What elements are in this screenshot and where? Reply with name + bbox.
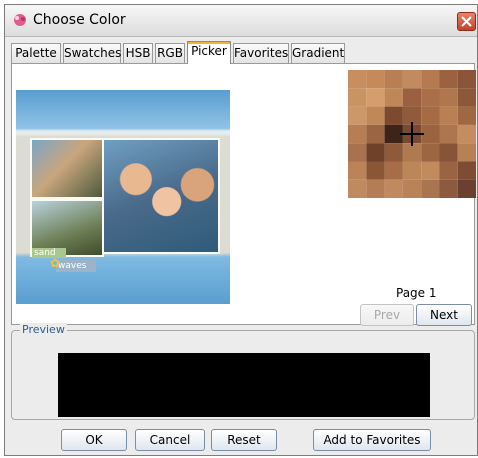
preview-legend: Preview: [20, 323, 67, 336]
tab-gradient[interactable]: Gradient: [291, 43, 345, 63]
picker-panel: sand waves ✿ Page 1 Prev Next: [11, 63, 476, 326]
caption-sand: sand: [32, 248, 66, 258]
add-to-favorites-button[interactable]: Add to Favorites: [313, 429, 431, 451]
page-indicator: Page 1: [396, 286, 437, 300]
magnifier-view: [348, 70, 476, 198]
photo-children: [30, 138, 104, 199]
next-button[interactable]: Next: [416, 304, 472, 326]
window-title: Choose Color: [33, 12, 126, 28]
tab-rgb[interactable]: RGB: [155, 43, 185, 63]
ok-button[interactable]: OK: [61, 429, 127, 451]
tab-hsb[interactable]: HSB: [123, 43, 153, 63]
choose-color-dialog: Choose Color Palette Swatches HSB RGB Pi…: [4, 4, 478, 456]
tab-picker[interactable]: Picker: [187, 41, 231, 64]
title-bar[interactable]: Choose Color: [5, 5, 477, 37]
preview-group: Preview: [11, 323, 475, 420]
sample-photo[interactable]: sand waves ✿: [16, 90, 230, 304]
cancel-button[interactable]: Cancel: [135, 429, 205, 451]
preview-swatch: [58, 353, 430, 417]
caption-waves: waves: [56, 260, 96, 272]
flower-icon: ✿: [50, 256, 61, 270]
prev-button[interactable]: Prev: [360, 304, 414, 326]
reset-button[interactable]: Reset: [211, 429, 277, 451]
close-icon: [461, 16, 472, 27]
tab-favorites[interactable]: Favorites: [233, 43, 289, 63]
close-button[interactable]: [457, 12, 476, 31]
palette-icon: [14, 14, 26, 26]
photo-family: [102, 138, 220, 254]
tab-swatches[interactable]: Swatches: [63, 43, 121, 63]
tab-palette[interactable]: Palette: [11, 43, 61, 63]
